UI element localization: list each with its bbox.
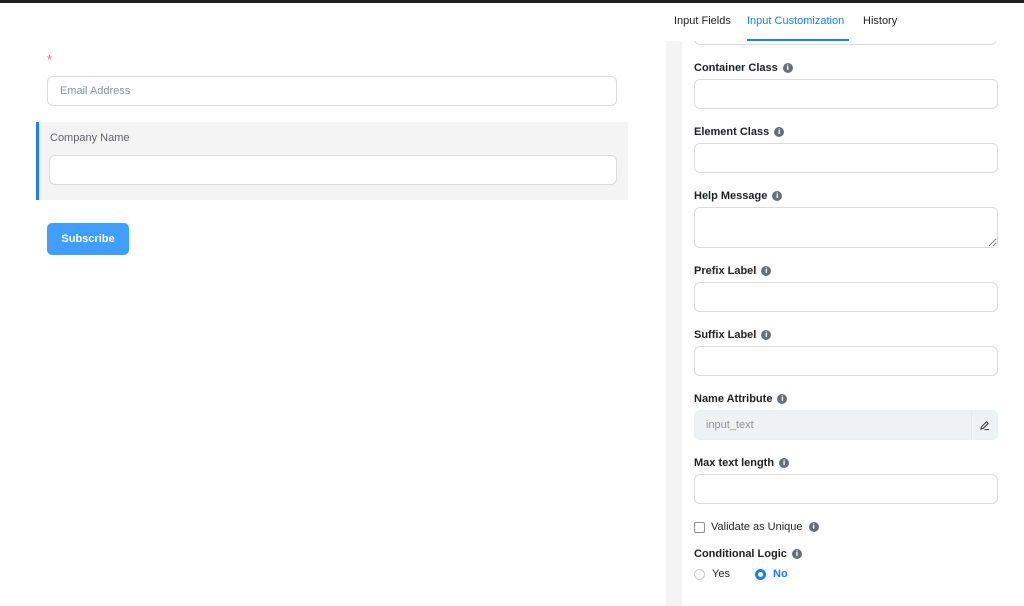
company-name-label: Company Name bbox=[50, 132, 130, 144]
container-class-label: Container Class i bbox=[694, 62, 793, 74]
max-text-length-input[interactable] bbox=[694, 474, 998, 504]
prefix-label-label: Prefix Label i bbox=[694, 265, 772, 277]
info-icon[interactable]: i bbox=[779, 458, 790, 468]
edit-name-attribute-button[interactable] bbox=[971, 411, 997, 439]
info-icon[interactable]: i bbox=[777, 394, 788, 404]
max-text-length-label: Max text length i bbox=[694, 457, 790, 469]
pencil-icon bbox=[980, 420, 990, 430]
tab-input-fields[interactable]: Input Fields bbox=[674, 15, 731, 27]
element-class-label: Element Class i bbox=[694, 126, 785, 138]
help-message-textarea[interactable] bbox=[694, 207, 998, 248]
container-class-text: Container Class bbox=[694, 62, 778, 74]
settings-body: Container Class i Element Class i Help M… bbox=[682, 41, 1024, 606]
radio-no[interactable]: No bbox=[755, 568, 788, 580]
tab-input-customization[interactable]: Input Customization bbox=[747, 15, 844, 27]
info-icon[interactable]: i bbox=[772, 191, 783, 201]
email-input[interactable] bbox=[47, 76, 617, 106]
conditional-logic-label: Conditional Logic i bbox=[694, 548, 802, 560]
tab-history[interactable]: History bbox=[863, 15, 897, 27]
radio-yes-indicator[interactable] bbox=[694, 568, 705, 580]
validate-unique-checkbox[interactable] bbox=[694, 521, 705, 533]
required-marker: * bbox=[47, 52, 53, 67]
settings-panel: Input Fields Input Customization History… bbox=[666, 3, 1024, 606]
name-attribute-text: Name Attribute bbox=[694, 393, 773, 405]
element-class-input[interactable] bbox=[694, 143, 998, 173]
prefix-label-text: Prefix Label bbox=[694, 265, 757, 277]
name-attribute-field bbox=[694, 410, 998, 440]
info-icon[interactable]: i bbox=[774, 127, 785, 137]
previous-setting-input[interactable] bbox=[694, 41, 997, 45]
radio-yes[interactable]: Yes bbox=[694, 568, 730, 580]
info-icon[interactable]: i bbox=[791, 549, 802, 559]
validate-unique-row[interactable]: Validate as Unique i bbox=[694, 521, 819, 533]
radio-no-label: No bbox=[773, 568, 788, 580]
suffix-label-label: Suffix Label i bbox=[694, 329, 772, 341]
name-attribute-input[interactable] bbox=[695, 411, 967, 439]
panel-tabs: Input Fields Input Customization History bbox=[666, 3, 1024, 41]
subscribe-button[interactable]: Subscribe bbox=[47, 223, 129, 255]
info-icon[interactable]: i bbox=[782, 63, 793, 73]
container-class-input[interactable] bbox=[694, 79, 998, 109]
suffix-label-input[interactable] bbox=[694, 346, 998, 376]
form-canvas: * Company Name Subscribe bbox=[0, 3, 666, 606]
max-text-length-text: Max text length bbox=[694, 457, 775, 469]
help-message-text: Help Message bbox=[694, 190, 768, 202]
info-icon[interactable]: i bbox=[808, 522, 819, 532]
conditional-logic-text: Conditional Logic bbox=[694, 548, 787, 560]
prefix-label-input[interactable] bbox=[694, 282, 998, 312]
company-name-input[interactable] bbox=[49, 155, 617, 185]
suffix-label-text: Suffix Label bbox=[694, 329, 757, 341]
validate-unique-text: Validate as Unique bbox=[711, 521, 803, 533]
element-class-text: Element Class bbox=[694, 126, 770, 138]
info-icon[interactable]: i bbox=[761, 266, 772, 276]
radio-no-indicator[interactable] bbox=[755, 568, 766, 580]
company-name-field[interactable]: Company Name bbox=[36, 122, 628, 200]
name-attribute-label: Name Attribute i bbox=[694, 393, 788, 405]
help-message-label: Help Message i bbox=[694, 190, 783, 202]
radio-yes-label: Yes bbox=[712, 568, 730, 580]
info-icon[interactable]: i bbox=[761, 330, 772, 340]
